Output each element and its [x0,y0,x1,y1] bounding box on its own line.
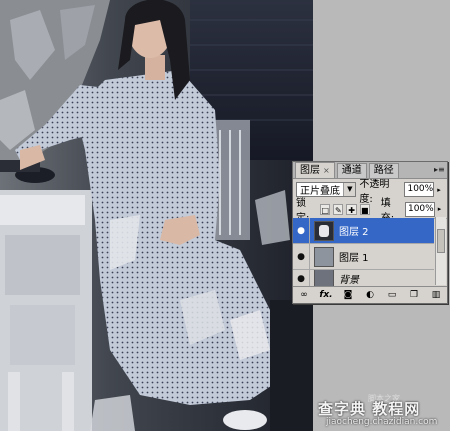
tab-paths-label: 路径 [373,165,394,176]
layer-thumbnail [314,220,334,241]
link-icon[interactable]: ∞ [297,290,311,300]
tab-channels-label: 通道 [341,165,362,176]
layer-row-layer1[interactable]: ● 图层 1 [293,244,434,270]
layer-row-layer2[interactable]: ● 图层 2 [293,218,434,244]
opacity-arrow-icon[interactable]: ▸ [437,186,444,194]
lock-move-icon[interactable]: ✚ [346,203,357,215]
scrollbar-thumb[interactable] [437,229,445,253]
layer-name: 图层 1 [339,253,369,264]
lock-brush-icon[interactable]: ✎ [333,203,344,215]
chevron-down-icon[interactable]: ▼ [343,183,356,196]
watermark-main: 查字典 教程网 [318,400,421,418]
watermark-url: jiaocheng.chazidian.com [326,417,438,427]
layers-scrollbar[interactable] [435,217,446,285]
close-icon[interactable]: × [323,164,330,178]
layer-name: 图层 2 [339,227,369,238]
lock-all-icon[interactable]: ■ [359,203,370,215]
new-layer-icon[interactable]: ❐ [407,290,421,300]
fill-input[interactable]: 100% [404,201,435,217]
adjustment-icon[interactable]: ◐ [363,290,377,300]
panel-footer: ∞ fx. ◙ ◐ ▭ ❐ ▥ [293,286,447,303]
eye-icon[interactable]: ● [293,244,310,269]
tab-layers[interactable]: 图层 × [295,162,335,178]
eye-icon[interactable]: ● [293,218,310,243]
folder-icon[interactable]: ▭ [385,290,399,300]
lock-transparent-icon[interactable]: □ [320,203,331,215]
tab-paths[interactable]: 路径 [368,163,399,178]
panel-menu-icon[interactable]: ▸≡ [434,165,445,174]
layers-panel: 图层 × 通道 路径 ▸≡ 正片叠底 ▼ 不透明度: 100% ▸ 锁定: □ … [292,161,448,304]
fill-arrow-icon[interactable]: ▸ [438,205,444,213]
fx-button[interactable]: fx. [319,290,333,300]
layer-name: 背景 [339,275,359,286]
tab-layers-label: 图层 [300,164,320,176]
panel-tabs: 图层 × 通道 路径 ▸≡ [293,162,447,179]
watermark: 脚本之家 查字典 教程网 jiaocheng.chazidian.com [318,392,450,431]
mask-icon[interactable]: ◙ [341,290,355,300]
layer-thumbnail [314,246,334,267]
tab-channels[interactable]: 通道 [336,163,367,178]
trash-icon[interactable]: ▥ [429,290,443,300]
opacity-input[interactable]: 100% [404,182,435,197]
